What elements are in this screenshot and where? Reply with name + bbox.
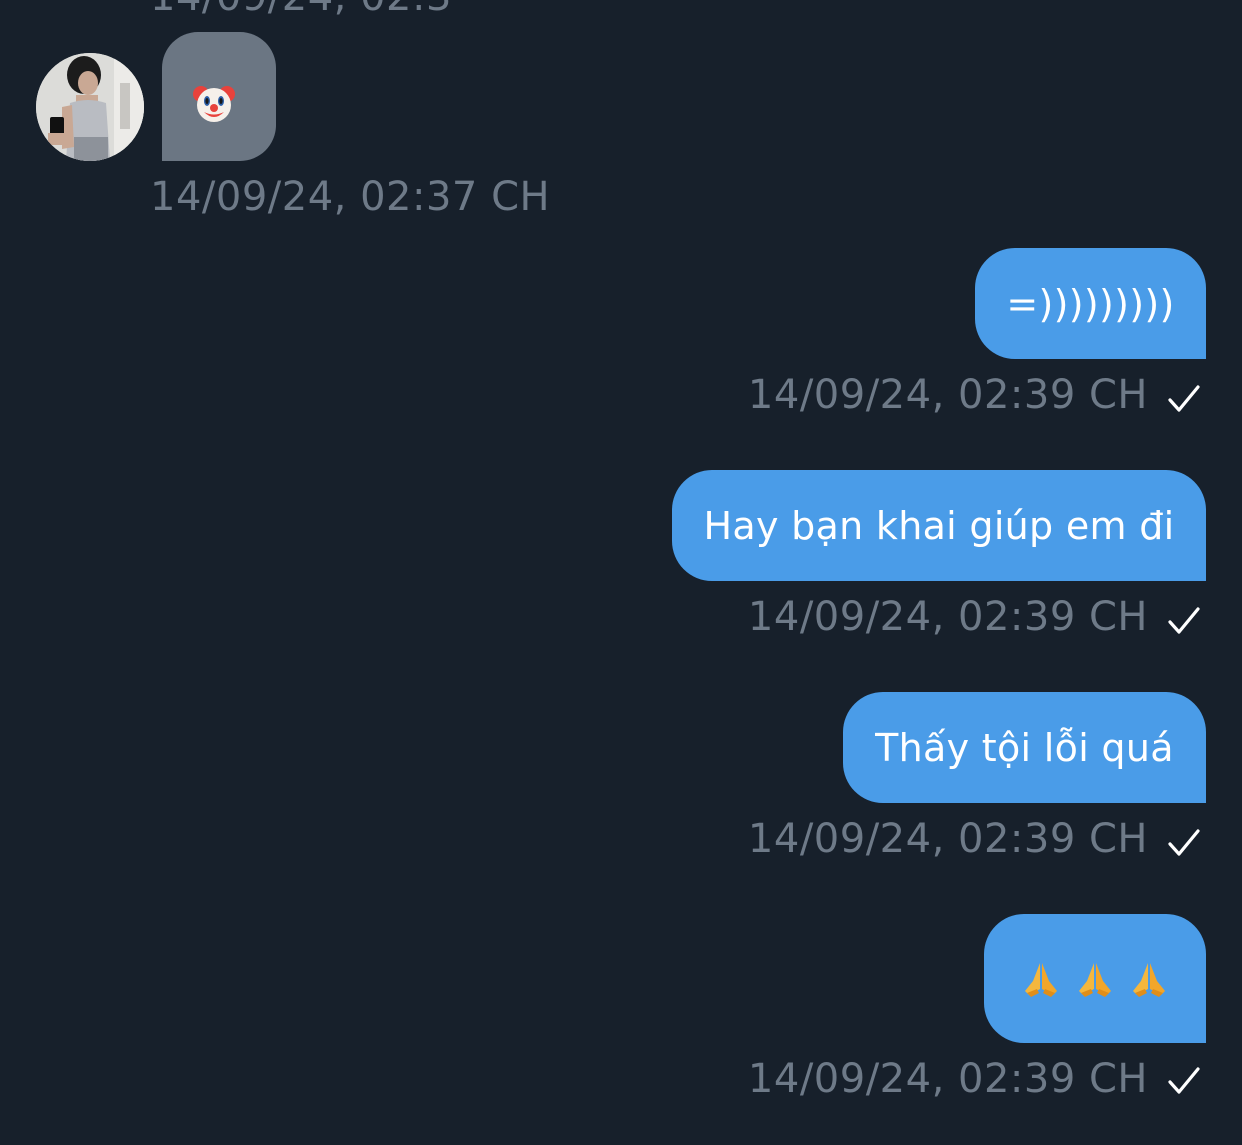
message-timestamp: 14/09/24, 02:39 CH xyxy=(747,594,1148,640)
message-timestamp: 14/09/24, 02:39 CH xyxy=(747,1056,1148,1102)
sent-check-icon xyxy=(1166,381,1202,417)
message-timestamp: 14/09/24, 02:39 CH xyxy=(747,816,1148,862)
chat-screen: 14/09/24, 02:3 14/ xyxy=(0,0,1242,1145)
outgoing-message-bubble[interactable]: Hay bạn khai giúp em đi xyxy=(672,470,1206,581)
outgoing-message-bubble[interactable]: =))))))))) xyxy=(975,248,1206,359)
folded-hands-icon xyxy=(1025,962,1057,997)
partial-timestamp: 14/09/24, 02:3 xyxy=(150,0,452,20)
sent-check-icon xyxy=(1166,825,1202,861)
folded-hands-icon xyxy=(1133,962,1165,997)
sent-check-icon xyxy=(1166,1063,1202,1099)
sent-check-icon xyxy=(1166,603,1202,639)
avatar[interactable] xyxy=(36,53,144,161)
outgoing-message-bubble[interactable] xyxy=(984,914,1206,1043)
message-text: Thấy tội lỗi quá xyxy=(875,725,1174,770)
folded-hands-icon xyxy=(1079,962,1111,997)
message-timestamp: 14/09/24, 02:37 CH xyxy=(150,174,551,220)
outgoing-message-bubble[interactable]: Thấy tội lỗi quá xyxy=(843,692,1206,803)
message-text: Hay bạn khai giúp em đi xyxy=(703,503,1175,548)
emoji-row xyxy=(1021,959,1169,999)
clown-face-icon xyxy=(191,80,237,126)
message-timestamp: 14/09/24, 02:39 CH xyxy=(747,372,1148,418)
message-text: =))))))))) xyxy=(1006,281,1175,326)
